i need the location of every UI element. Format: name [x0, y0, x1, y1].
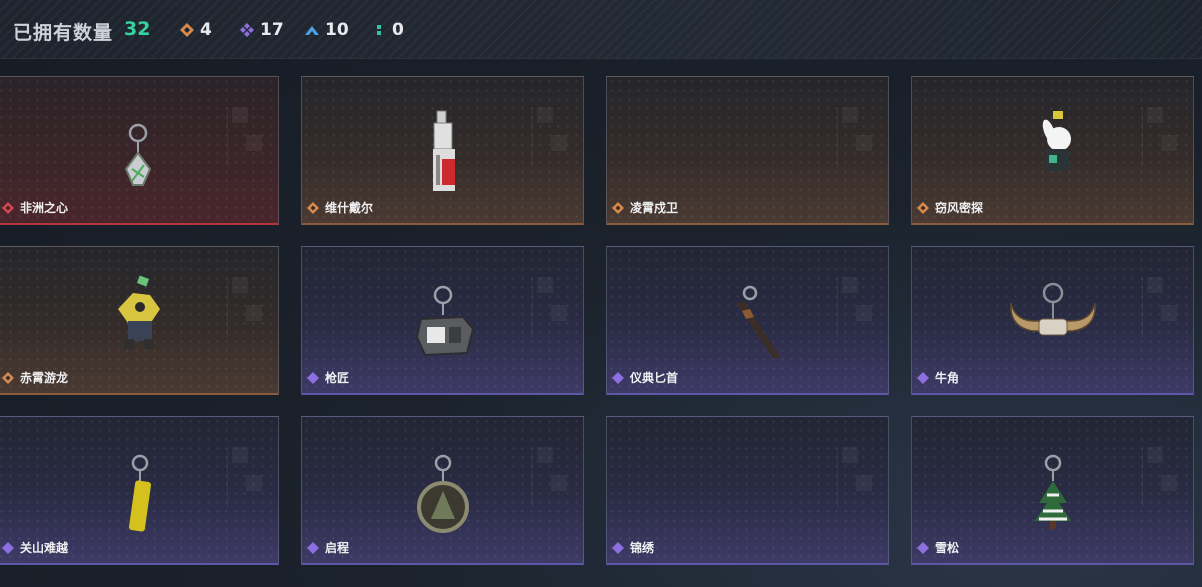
item-name: 仪典匕首	[612, 369, 678, 386]
item-name: 维什戴尔	[307, 199, 373, 216]
purple-diamond-icon	[917, 541, 929, 554]
case-keychain-icon	[415, 285, 474, 357]
stat-teal: 0	[372, 20, 404, 40]
owned-count: 32	[124, 18, 151, 40]
stat-orange-value: 4	[200, 20, 212, 40]
red-diamond-icon	[2, 201, 14, 214]
item-name: 牛角	[917, 369, 959, 386]
stat-teal-value: 0	[392, 20, 404, 40]
collection-header: 已拥有数量 32 4 17 10 0	[0, 0, 1202, 59]
purple-diamond-icon	[307, 541, 319, 554]
purple-diamond-icon	[2, 541, 14, 554]
medal-keychain-icon	[416, 454, 469, 533]
item-name: 锦绣	[612, 539, 654, 556]
purple-diamond-icon	[917, 371, 929, 384]
item-name: 雪松	[917, 539, 959, 556]
item-card[interactable]: 牛角	[911, 246, 1194, 395]
item-card[interactable]: 窃风密探	[911, 76, 1194, 225]
teal-dots-icon	[377, 25, 381, 35]
item-card[interactable]: 雪松	[911, 416, 1194, 565]
orange-diamond-icon	[180, 23, 194, 37]
blue-chevron-icon	[305, 26, 319, 35]
device-keychain-icon	[432, 110, 455, 191]
owned-label: 已拥有数量	[13, 22, 114, 44]
cylinder-keychain-icon	[128, 454, 151, 532]
purple-diamond-icon	[612, 541, 624, 554]
stat-purple: 17	[240, 20, 284, 40]
item-card[interactable]: 赤霄游龙	[0, 246, 279, 395]
item-card[interactable]: 凌霄戍卫	[606, 76, 889, 225]
item-name: 非洲之心	[2, 199, 68, 216]
item-name: 关山难越	[2, 539, 68, 556]
item-card[interactable]: 关山难越	[0, 416, 279, 565]
stat-blue: 10	[305, 20, 349, 40]
dragon-keychain-icon	[117, 275, 160, 349]
item-card[interactable]: 维什戴尔	[301, 76, 584, 225]
item-name: 启程	[307, 539, 349, 556]
purple-diamond-icon	[612, 371, 624, 384]
horns-keychain-icon	[1009, 282, 1096, 336]
item-card[interactable]: 枪匠	[301, 246, 584, 395]
orange-diamond-icon	[612, 201, 624, 214]
rabbit-keychain-icon	[1042, 111, 1071, 171]
item-card[interactable]: 仪典匕首	[606, 246, 889, 395]
gem-keychain-icon	[124, 123, 151, 186]
pine-keychain-icon	[1034, 454, 1071, 529]
item-card[interactable]: 非洲之心	[0, 76, 279, 225]
item-name: 凌霄戍卫	[612, 199, 678, 216]
dagger-keychain-icon	[735, 285, 780, 359]
orange-diamond-icon	[917, 201, 929, 214]
item-card[interactable]: 启程	[301, 416, 584, 565]
item-name: 窃风密探	[917, 199, 983, 216]
purple-diamond-icon	[307, 371, 319, 384]
stat-orange: 4	[180, 20, 212, 40]
purple-diamond-icon	[240, 23, 254, 37]
item-name: 赤霄游龙	[2, 369, 68, 386]
orange-diamond-icon	[2, 371, 14, 384]
item-card[interactable]: 锦绣	[606, 416, 889, 565]
item-name: 枪匠	[307, 369, 349, 386]
stat-blue-value: 10	[325, 20, 349, 40]
orange-diamond-icon	[307, 201, 319, 214]
stat-purple-value: 17	[260, 20, 284, 40]
